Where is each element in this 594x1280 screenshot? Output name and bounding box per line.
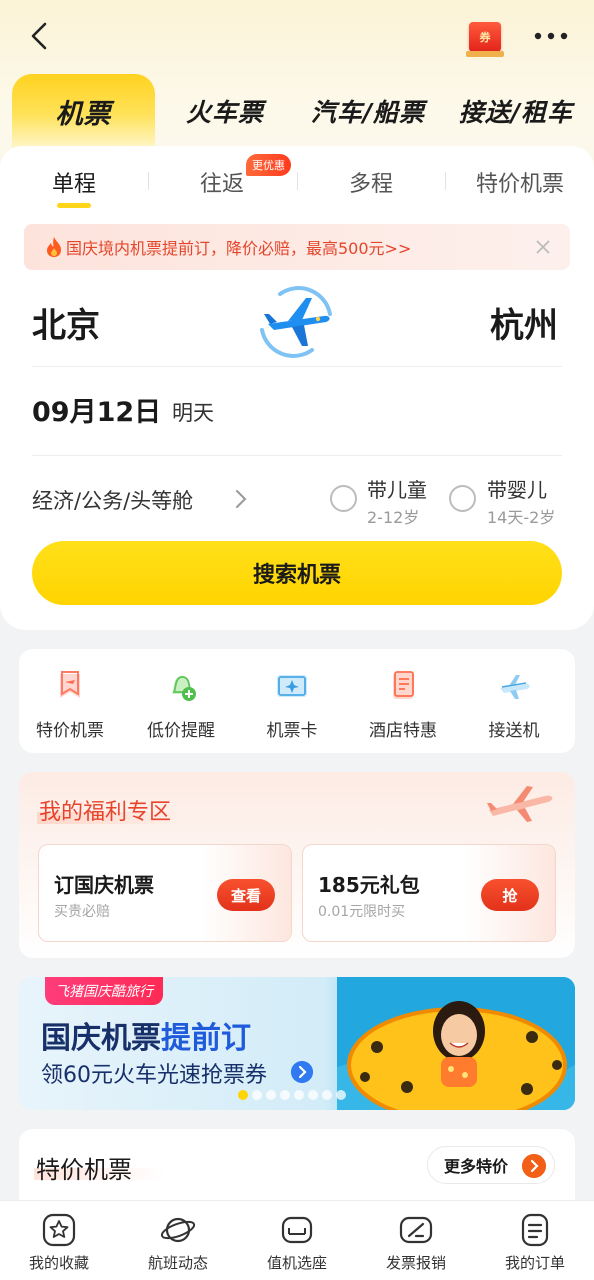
seat-icon: [281, 1216, 313, 1244]
pagination-dot[interactable]: [294, 1090, 304, 1100]
tab-flight[interactable]: 机票: [12, 74, 155, 148]
pagination-dot[interactable]: [336, 1090, 346, 1100]
fire-icon: [47, 237, 61, 257]
nav-label: 我的收藏: [28, 1254, 89, 1272]
deal-subtitle: 买贵必赔: [54, 904, 110, 920]
back-arrow-icon[interactable]: [22, 18, 58, 54]
infant-age-range: 14天-2岁: [487, 508, 556, 527]
tab-transfer-rental[interactable]: 接送/租车: [446, 74, 586, 148]
deal-title: 订国庆机票: [54, 873, 154, 897]
nav-orders[interactable]: 我的订单: [476, 1208, 594, 1276]
promo-notice[interactable]: 国庆境内机票提前订，降价必赔，最高500元>>: [24, 224, 570, 270]
swap-cities-plane-icon[interactable]: [254, 280, 338, 364]
view-deal-button[interactable]: 查看: [217, 879, 275, 911]
pagination-dot[interactable]: [238, 1090, 248, 1100]
deal-card-national-day[interactable]: 订国庆机票 买贵必赔 查看: [38, 844, 292, 942]
quick-link-label: 机票卡: [266, 721, 318, 741]
top-bar: 券: [0, 0, 594, 74]
pagination-dot[interactable]: [252, 1090, 262, 1100]
pagination-dot[interactable]: [322, 1090, 332, 1100]
more-deals-label: 更多特价: [444, 1157, 509, 1176]
nav-label: 发票报销: [385, 1254, 446, 1272]
quick-link-label: 接送机: [488, 721, 540, 741]
nav-label: 值机选座: [266, 1254, 327, 1272]
arrival-city[interactable]: 杭州: [490, 298, 558, 347]
more-dots-icon[interactable]: [532, 25, 570, 47]
planet-icon: [160, 1217, 196, 1243]
quick-link-airport-transfer[interactable]: 接送机: [459, 662, 569, 742]
more-deals-button[interactable]: 更多特价: [427, 1146, 555, 1184]
banner-pagination: [238, 1090, 346, 1102]
infant-radio[interactable]: [449, 485, 476, 512]
quick-link-hotel-deals[interactable]: 酒店特惠: [348, 662, 458, 742]
divider: [32, 366, 562, 367]
banner-title: 国庆机票提前订: [41, 1013, 251, 1057]
main-category-tabs: 机票 火车票 汽车/船票 接送/租车: [0, 74, 594, 148]
grab-deal-button[interactable]: 抢: [481, 879, 539, 911]
departure-date[interactable]: 09月12日: [32, 390, 161, 429]
invoice-icon: [399, 1216, 433, 1244]
banner-title-highlight: 提前订: [161, 1021, 251, 1056]
tab-special-fares[interactable]: 特价机票: [460, 166, 580, 198]
quick-link-label: 低价提醒: [147, 721, 215, 741]
close-icon[interactable]: [534, 238, 552, 256]
ticket-flag-icon: [60, 671, 80, 698]
quick-link-price-alert[interactable]: 低价提醒: [126, 662, 236, 742]
nav-label: 我的订单: [504, 1254, 565, 1272]
pagination-dot[interactable]: [266, 1090, 276, 1100]
pagination-dot[interactable]: [308, 1090, 318, 1100]
promo-notice-text: 国庆境内机票提前订，降价必赔，最高500元>>: [66, 239, 412, 258]
banner-title-main: 国庆机票: [41, 1021, 161, 1056]
round-trip-promo-badge: 更优惠: [246, 154, 291, 176]
deal-subtitle: 0.01元限时买: [318, 904, 406, 920]
coupon-label: 券: [479, 31, 491, 44]
tab-divider: [445, 172, 446, 190]
nav-flight-status[interactable]: 航班动态: [119, 1208, 237, 1276]
quick-link-label: 特价机票: [36, 721, 104, 741]
tab-multi-city[interactable]: 多程: [311, 166, 431, 198]
float-ring-girl-illustration: [337, 977, 575, 1110]
nav-invoice[interactable]: 发票报销: [357, 1208, 475, 1276]
banner-subtitle: 领60元火车光速抢票券: [41, 1063, 267, 1088]
coupon-button[interactable]: 券: [466, 22, 504, 57]
departure-date-relative: 明天: [172, 401, 214, 425]
departure-city[interactable]: 北京: [32, 298, 100, 347]
tab-divider: [297, 172, 298, 190]
pagination-dot[interactable]: [280, 1090, 290, 1100]
tab-divider: [148, 172, 149, 190]
deal-title: 185元礼包: [318, 873, 420, 897]
special-fares-title: 特价机票: [36, 1156, 132, 1184]
chevron-right-icon: [522, 1154, 546, 1178]
cabin-class-selector[interactable]: 经济/公务/头等舱: [32, 485, 193, 515]
nav-label: 航班动态: [147, 1254, 208, 1272]
search-flights-button[interactable]: 搜索机票: [32, 541, 562, 605]
bell-plus-icon: [172, 675, 196, 701]
airplane-illustration-icon: [487, 786, 553, 822]
order-icon: [521, 1213, 549, 1247]
child-age-range: 2-12岁: [367, 508, 420, 527]
tab-train[interactable]: 火车票: [160, 74, 290, 148]
infant-label: 带婴儿: [487, 478, 547, 502]
shuttle-plane-icon: [500, 675, 530, 699]
active-tab-indicator: [57, 203, 91, 208]
child-label: 带儿童: [367, 478, 427, 502]
child-radio[interactable]: [330, 485, 357, 512]
arrow-right-circle-icon: [291, 1061, 313, 1083]
plane-card-icon: [277, 675, 307, 697]
quick-link-flight-card[interactable]: 机票卡: [237, 662, 347, 742]
quick-link-special-fares[interactable]: 特价机票: [15, 662, 125, 742]
banner-tag: 飞猪国庆酷旅行: [45, 977, 163, 1005]
chevron-right-icon: [236, 490, 247, 508]
hotel-document-icon: [393, 671, 414, 699]
welfare-section-title: 我的福利专区: [39, 800, 172, 825]
nav-check-in[interactable]: 值机选座: [238, 1208, 356, 1276]
deal-card-gift-pack[interactable]: 185元礼包 0.01元限时买 抢: [302, 844, 556, 942]
star-icon: [42, 1213, 76, 1247]
quick-link-label: 酒店特惠: [369, 721, 437, 741]
tab-one-way[interactable]: 单程: [14, 166, 134, 198]
divider: [32, 455, 562, 456]
tab-bus-ship[interactable]: 汽车/船票: [298, 74, 438, 148]
nav-favorites[interactable]: 我的收藏: [0, 1208, 118, 1276]
